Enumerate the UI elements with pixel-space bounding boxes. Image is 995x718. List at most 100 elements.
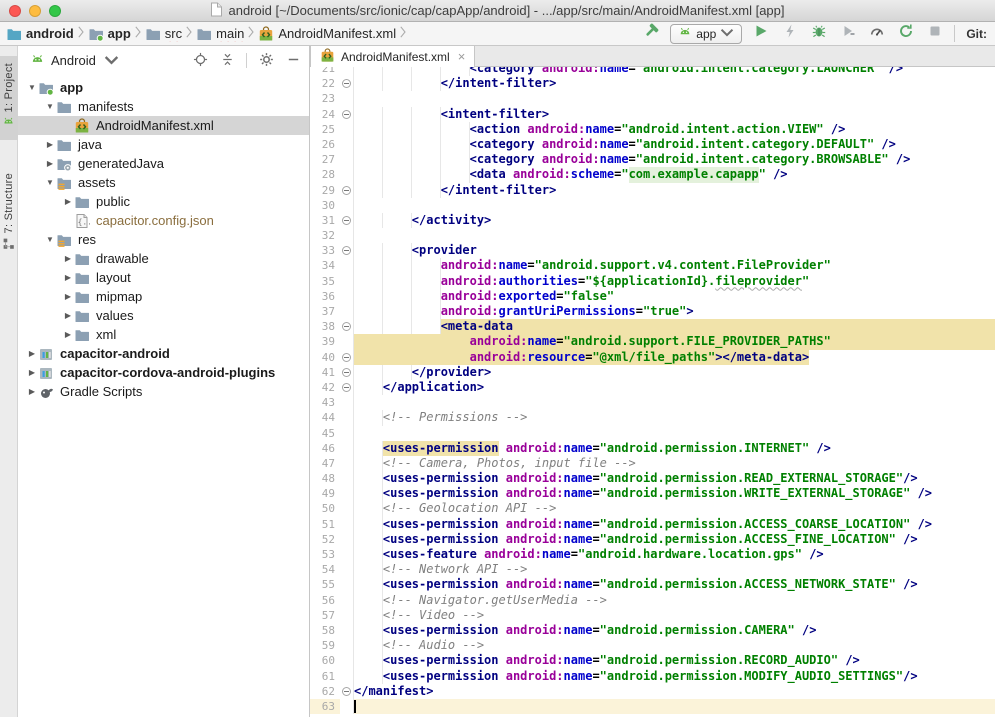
code-editor[interactable]: 21 <category android:name="android.inten… — [310, 67, 995, 717]
expand-arrow[interactable]: ▶ — [26, 349, 38, 358]
tree-item-manifests[interactable]: ▼manifests — [18, 97, 309, 116]
code-line[interactable]: 29 </intent-filter> — [310, 183, 995, 198]
fold-marker[interactable] — [342, 79, 351, 88]
expand-arrow[interactable]: ▼ — [44, 102, 56, 111]
code-line[interactable]: 41 </provider> — [310, 365, 995, 380]
tree-item-capacitor-config-json[interactable]: {..}capacitor.config.json — [18, 211, 309, 230]
expand-arrow[interactable]: ▶ — [26, 387, 38, 396]
tree-item-app[interactable]: ▼app — [18, 78, 309, 97]
code-line[interactable]: 38 <meta-data — [310, 319, 995, 334]
code-line[interactable]: 49 <uses-permission android:name="androi… — [310, 486, 995, 501]
tree-item-gradle-scripts[interactable]: ▶Gradle Scripts — [18, 382, 309, 401]
run-button[interactable] — [751, 24, 771, 44]
build-button[interactable] — [641, 24, 661, 44]
expand-arrow[interactable]: ▼ — [44, 235, 56, 244]
close-icon[interactable]: × — [458, 50, 466, 63]
debug-button[interactable] — [809, 24, 829, 44]
code-line[interactable]: 57 <!-- Video --> — [310, 608, 995, 623]
locate-button[interactable] — [192, 53, 208, 69]
code-line[interactable]: 42 </application> — [310, 380, 995, 395]
code-line[interactable]: 45 — [310, 426, 995, 441]
tree-item-androidmanifest-xml[interactable]: AndroidManifest.xml — [18, 116, 309, 135]
tab-androidmanifest[interactable]: AndroidManifest.xml × — [310, 46, 475, 67]
code-line[interactable]: 61 <uses-permission android:name="androi… — [310, 669, 995, 684]
code-line[interactable]: 43 — [310, 395, 995, 410]
code-line[interactable]: 58 <uses-permission android:name="androi… — [310, 623, 995, 638]
code-line[interactable]: 46 <uses-permission android:name="androi… — [310, 441, 995, 456]
code-line[interactable]: 48 <uses-permission android:name="androi… — [310, 471, 995, 486]
tree-item-capacitor-cordova-android-plugins[interactable]: ▶capacitor-cordova-android-plugins — [18, 363, 309, 382]
close-window-button[interactable] — [9, 5, 21, 17]
fold-marker[interactable] — [342, 368, 351, 377]
tree-item-res[interactable]: ▼res — [18, 230, 309, 249]
tree-item-public[interactable]: ▶public — [18, 192, 309, 211]
expand-arrow[interactable]: ▶ — [44, 140, 56, 149]
code-line[interactable]: 27 <category android:name="android.inten… — [310, 152, 995, 167]
code-line[interactable]: 62</manifest> — [310, 684, 995, 699]
code-line[interactable]: 51 <uses-permission android:name="androi… — [310, 517, 995, 532]
code-line[interactable]: 33 <provider — [310, 243, 995, 258]
breadcrumb-item-main[interactable]: main — [196, 26, 244, 42]
tree-item-drawable[interactable]: ▶drawable — [18, 249, 309, 268]
hide-button[interactable] — [285, 53, 301, 69]
code-line[interactable]: 53 <uses-feature android:name="android.h… — [310, 547, 995, 562]
code-line[interactable]: 60 <uses-permission android:name="androi… — [310, 653, 995, 668]
breadcrumb-item-android[interactable]: android — [6, 26, 74, 42]
expand-arrow[interactable]: ▶ — [62, 273, 74, 282]
expand-arrow[interactable]: ▼ — [26, 83, 38, 92]
expand-arrow[interactable]: ▶ — [62, 330, 74, 339]
instant-run-button[interactable] — [780, 24, 800, 44]
code-line[interactable]: 47 <!-- Camera, Photos, input file --> — [310, 456, 995, 471]
project-view-selector[interactable]: Android — [30, 52, 192, 70]
tree-item-generatedjava[interactable]: ▶generatedJava — [18, 154, 309, 173]
minimize-window-button[interactable] — [29, 5, 41, 17]
breadcrumb-item-app[interactable]: app — [88, 26, 131, 42]
fold-marker[interactable] — [342, 246, 351, 255]
code-line[interactable]: 52 <uses-permission android:name="androi… — [310, 532, 995, 547]
fold-marker[interactable] — [342, 322, 351, 331]
run-config-selector[interactable]: app — [670, 24, 742, 44]
gradle-sync-button[interactable] — [896, 24, 916, 44]
tree-item-java[interactable]: ▶java — [18, 135, 309, 154]
expand-arrow[interactable]: ▶ — [62, 311, 74, 320]
fold-marker[interactable] — [342, 353, 351, 362]
code-line[interactable]: 55 <uses-permission android:name="androi… — [310, 577, 995, 592]
fold-marker[interactable] — [342, 216, 351, 225]
zoom-window-button[interactable] — [49, 5, 61, 17]
tree-item-mipmap[interactable]: ▶mipmap — [18, 287, 309, 306]
stop-button[interactable] — [925, 24, 945, 44]
code-line[interactable]: 50 <!-- Geolocation API --> — [310, 501, 995, 516]
code-line[interactable]: 59 <!-- Audio --> — [310, 638, 995, 653]
code-line[interactable]: 63 — [310, 699, 995, 714]
tool-window-tab-1-project[interactable]: 1: Project — [0, 56, 18, 140]
fold-marker[interactable] — [342, 110, 351, 119]
expand-arrow[interactable]: ▶ — [62, 292, 74, 301]
code-line[interactable]: 22 </intent-filter> — [310, 76, 995, 91]
expand-arrow[interactable]: ▶ — [44, 159, 56, 168]
fold-marker[interactable] — [342, 687, 351, 696]
tree-item-capacitor-android[interactable]: ▶capacitor-android — [18, 344, 309, 363]
code-line[interactable]: 54 <!-- Network API --> — [310, 562, 995, 577]
breadcrumb-item-androidmanifest-xml[interactable]: AndroidManifest.xml — [258, 26, 396, 42]
tree-item-xml[interactable]: ▶xml — [18, 325, 309, 344]
collapse-all-button[interactable] — [219, 53, 235, 69]
expand-arrow[interactable]: ▶ — [62, 197, 74, 206]
tree-item-values[interactable]: ▶values — [18, 306, 309, 325]
expand-arrow[interactable]: ▶ — [62, 254, 74, 263]
breadcrumb-item-src[interactable]: src — [145, 26, 182, 42]
code-line[interactable]: 31 </activity> — [310, 213, 995, 228]
profiler-button[interactable] — [867, 24, 887, 44]
code-line[interactable]: 44 <!-- Permissions --> — [310, 410, 995, 425]
code-line[interactable]: 25 <action android:name="android.intent.… — [310, 122, 995, 137]
tool-window-tab-7-structure[interactable]: 7: Structure — [0, 166, 18, 261]
code-line[interactable]: 35 android:authorities="${applicationId}… — [310, 274, 995, 289]
expand-arrow[interactable]: ▼ — [44, 178, 56, 187]
code-line[interactable]: 39 android:name="android.support.FILE_PR… — [310, 334, 995, 349]
fold-marker[interactable] — [342, 383, 351, 392]
code-line[interactable]: 56 <!-- Navigator.getUserMedia --> — [310, 593, 995, 608]
code-line[interactable]: 23 — [310, 91, 995, 106]
code-line[interactable]: 24 <intent-filter> — [310, 107, 995, 122]
code-line[interactable]: 32 — [310, 228, 995, 243]
tree-item-layout[interactable]: ▶layout — [18, 268, 309, 287]
code-line[interactable]: 21 <category android:name="android.inten… — [310, 67, 995, 76]
